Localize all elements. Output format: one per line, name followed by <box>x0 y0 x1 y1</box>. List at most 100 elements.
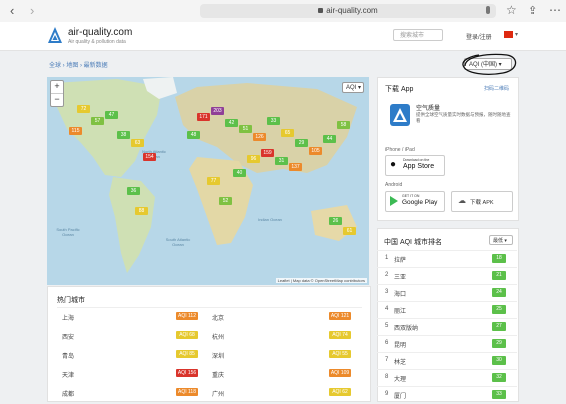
aqi-map-marker[interactable]: 38 <box>117 131 130 139</box>
aqi-map-marker[interactable]: 42 <box>225 119 238 127</box>
app-logo-icon <box>390 104 410 126</box>
rank-city-name[interactable]: 大理 <box>394 374 406 383</box>
aqi-map-marker[interactable]: 96 <box>247 155 260 163</box>
aqi-map-marker[interactable]: 88 <box>135 207 148 215</box>
app-download-panel: 下载 App 扫码二维码 空气质量 提供全球空气质量实时数据与预报，随时随地查看… <box>377 77 519 221</box>
world-aqi-map[interactable]: North Atlantic Ocean South Atlantic Ocea… <box>47 77 369 285</box>
rank-aqi-badge: 33 <box>492 390 506 399</box>
popular-city-aqi-badge: AQI 156 <box>176 369 198 377</box>
aqi-map-marker[interactable]: 36 <box>127 187 140 195</box>
rank-city-name[interactable]: 林芝 <box>394 357 406 366</box>
address-bar[interactable]: air-quality.com <box>200 4 496 18</box>
aqi-map-marker[interactable]: 26 <box>329 217 342 225</box>
ranking-row[interactable]: 5 西双版纳 27 <box>377 318 517 336</box>
googleplay-big-text: Google Play <box>402 199 438 206</box>
aqi-map-marker[interactable]: 154 <box>143 153 156 161</box>
ranking-row[interactable]: 2 三亚 21 <box>377 267 517 285</box>
rank-aqi-badge: 29 <box>492 339 506 348</box>
ranking-row[interactable]: 9 厦门 33 <box>377 386 517 404</box>
bookmark-star-icon[interactable]: ☆ <box>506 2 517 18</box>
aqi-map-marker[interactable]: 29 <box>295 139 308 147</box>
popular-cities-panel: 热门城市 <box>47 286 371 402</box>
breadcrumb[interactable]: 全球 › 地图 › 最新数据 <box>49 60 108 69</box>
site-logo-icon[interactable] <box>47 26 63 44</box>
map-attribution[interactable]: Leaflet | Map data © OpenStreetMap contr… <box>275 278 367 283</box>
download-apk-button[interactable]: ☁ 下载 APK <box>451 191 513 212</box>
site-header: air-quality.com Air quality & pollution … <box>0 22 566 51</box>
popular-city-name[interactable]: 杭州 <box>212 332 224 341</box>
browser-toolbar: ‹ › air-quality.com ☆ ⇪ ⋯ <box>0 0 566 23</box>
ranking-row[interactable]: 4 丽江 25 <box>377 301 517 319</box>
forward-button[interactable]: › <box>30 3 34 19</box>
popular-city-name[interactable]: 广州 <box>212 389 224 398</box>
aqi-map-marker[interactable]: 137 <box>289 163 302 171</box>
rank-city-name[interactable]: 拉萨 <box>394 255 406 264</box>
popular-city-name[interactable]: 青岛 <box>62 351 74 360</box>
back-button[interactable]: ‹ <box>10 3 14 19</box>
scan-qr-link[interactable]: 扫码二维码 <box>484 85 509 92</box>
ocean-label: South Pacific Ocean <box>56 227 80 237</box>
apk-label: 下载 APK <box>470 200 494 206</box>
rank-city-name[interactable]: 三亚 <box>394 272 406 281</box>
popular-city-name[interactable]: 重庆 <box>212 370 224 379</box>
rank-number: 4 <box>385 306 389 312</box>
google-play-button[interactable]: GET IT ON Google Play <box>385 191 445 212</box>
zoom-in-button[interactable]: + <box>51 81 63 94</box>
aqi-map-marker[interactable]: 47 <box>105 111 118 119</box>
aqi-map-marker[interactable]: 58 <box>337 121 350 129</box>
aqi-map-marker[interactable]: 77 <box>207 177 220 185</box>
popular-city-name[interactable]: 西安 <box>62 332 74 341</box>
more-menu-icon[interactable]: ⋯ <box>549 2 561 18</box>
rank-number: 9 <box>385 391 389 397</box>
aqi-map-marker[interactable]: 159 <box>261 149 274 157</box>
language-caret[interactable]: ▾ <box>515 31 518 38</box>
site-name[interactable]: air-quality.com <box>68 27 132 38</box>
aqi-map-marker[interactable]: 115 <box>69 127 82 135</box>
aqi-map-marker[interactable]: 52 <box>219 197 232 205</box>
popular-city-name[interactable]: 成都 <box>62 389 74 398</box>
map-layer-select[interactable]: AQI ▾ <box>342 82 364 93</box>
rank-city-name[interactable]: 西双版纳 <box>394 323 418 332</box>
rank-city-name[interactable]: 丽江 <box>394 306 406 315</box>
china-flag-icon[interactable] <box>504 31 513 38</box>
aqi-map-marker[interactable]: 63 <box>131 139 144 147</box>
popular-city-aqi-badge: AQI 112 <box>176 312 198 320</box>
aqi-map-marker[interactable]: 44 <box>323 135 336 143</box>
popular-city-name[interactable]: 北京 <box>212 313 224 322</box>
rank-aqi-badge: 18 <box>492 254 506 263</box>
rank-city-name[interactable]: 海口 <box>394 289 406 298</box>
aqi-map-marker[interactable]: 72 <box>77 105 90 113</box>
ranking-row[interactable]: 6 昆明 29 <box>377 335 517 353</box>
ranking-row[interactable]: 7 林芝 30 <box>377 352 517 370</box>
iphone-label: iPhone / iPad <box>385 147 415 153</box>
aqi-map-marker[interactable]: 203 <box>211 107 224 115</box>
aqi-map-marker[interactable]: 61 <box>343 227 356 235</box>
aqi-map-marker[interactable]: 171 <box>197 113 210 121</box>
aqi-map-marker[interactable]: 33 <box>267 117 280 125</box>
share-icon[interactable]: ⇪ <box>528 3 537 19</box>
app-store-button[interactable]: ● Download on the App Store <box>385 155 445 176</box>
map-zoom-control: + − <box>50 80 64 107</box>
microphone-icon[interactable] <box>486 6 490 14</box>
aqi-map-marker[interactable]: 65 <box>281 129 294 137</box>
ranking-row[interactable]: 3 海口 24 <box>377 284 517 302</box>
aqi-map-marker[interactable]: 105 <box>309 147 322 155</box>
aqi-map-marker[interactable]: 57 <box>91 117 104 125</box>
popular-city-name[interactable]: 天津 <box>62 370 74 379</box>
aqi-map-marker[interactable]: 31 <box>275 157 288 165</box>
popular-city-name[interactable]: 上海 <box>62 313 74 322</box>
aqi-map-marker[interactable]: 48 <box>187 131 200 139</box>
aqi-map-marker[interactable]: 126 <box>253 133 266 141</box>
aqi-map-marker[interactable]: 40 <box>233 169 246 177</box>
appstore-big-text: App Store <box>403 163 435 170</box>
rank-city-name[interactable]: 厦门 <box>394 391 406 400</box>
ranking-row[interactable]: 8 大理 32 <box>377 369 517 387</box>
aqi-map-marker[interactable]: 51 <box>239 125 252 133</box>
zoom-out-button[interactable]: − <box>51 94 63 106</box>
city-search-input[interactable]: 搜索城市 <box>393 29 443 41</box>
ranking-filter-select[interactable]: 最低 ▾ <box>489 235 513 245</box>
rank-city-name[interactable]: 昆明 <box>394 340 406 349</box>
login-link[interactable]: 登录/注册 <box>466 32 492 41</box>
ranking-row[interactable]: 1 拉萨 18 <box>377 250 517 268</box>
popular-city-name[interactable]: 深圳 <box>212 351 224 360</box>
